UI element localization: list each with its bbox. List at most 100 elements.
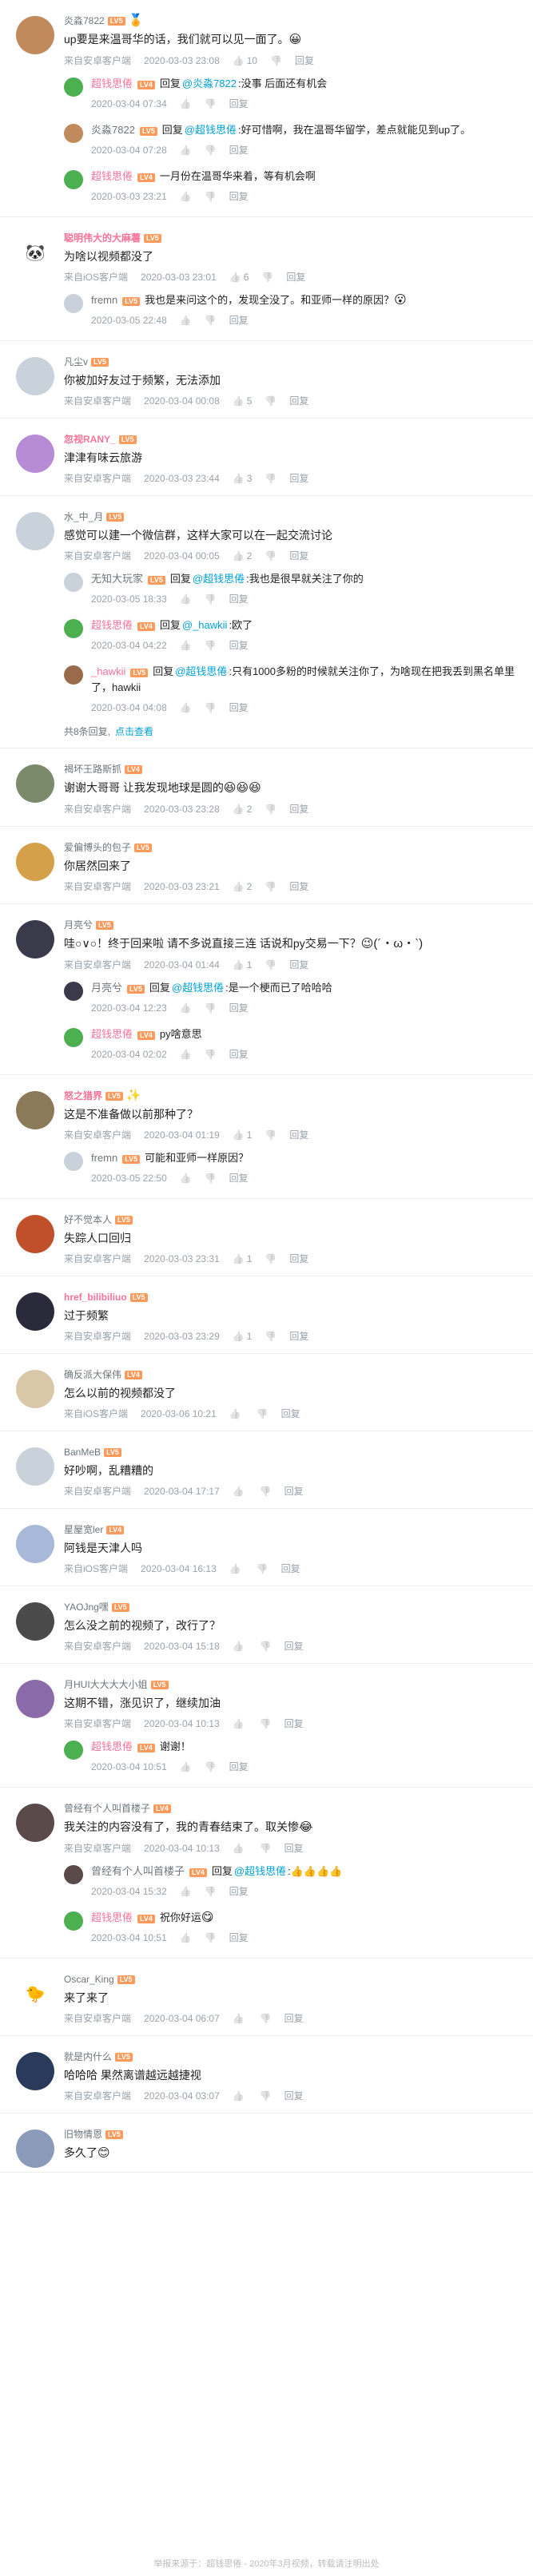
reply-button[interactable]: 回复 <box>289 1252 308 1266</box>
reply-button[interactable]: 回复 <box>284 1841 304 1856</box>
username[interactable]: href_bilibiliuo <box>64 1291 127 1304</box>
username[interactable]: 月HUI大大大大小姐 <box>64 1678 148 1691</box>
like-button[interactable]: 👍 1 <box>233 1128 253 1142</box>
reply-button[interactable]: 回复 <box>289 549 308 563</box>
reply-button[interactable]: 回复 <box>229 1047 249 1062</box>
like-button[interactable]: 👍 6 <box>229 270 249 284</box>
username[interactable]: 确反派大保伟 <box>64 1368 121 1381</box>
reply-button[interactable]: 回复 <box>229 313 249 327</box>
avatar[interactable] <box>16 16 54 54</box>
dislike-button[interactable]: 👎 <box>260 2011 272 2026</box>
like-button[interactable]: 👍 <box>233 1841 247 1856</box>
dislike-button[interactable]: 👎 <box>205 1931 217 1945</box>
like-button[interactable]: 👍 <box>180 592 192 606</box>
username[interactable]: Oscar_King <box>64 1973 114 1986</box>
mention-link[interactable]: @炎淼7822 <box>182 77 237 89</box>
sub-avatar[interactable] <box>64 982 83 1001</box>
dislike-button[interactable]: 👎 <box>265 879 276 894</box>
sub-username[interactable]: fremn <box>91 1152 117 1164</box>
reply-button[interactable]: 回复 <box>286 270 305 284</box>
like-button[interactable]: 👍 <box>229 1562 244 1576</box>
avatar[interactable] <box>16 1447 54 1486</box>
like-button[interactable]: 👍 2 <box>233 879 253 894</box>
like-button[interactable]: 👍 <box>180 1760 192 1774</box>
reply-button[interactable]: 回复 <box>229 189 249 204</box>
sub-avatar[interactable] <box>64 1028 83 1047</box>
dislike-button[interactable]: 👎 <box>205 313 217 327</box>
username[interactable]: 凡尘v <box>64 355 88 368</box>
like-button[interactable]: 👍 5 <box>233 394 253 408</box>
dislike-button[interactable]: 👎 <box>265 958 276 972</box>
sub-avatar[interactable] <box>64 1152 83 1171</box>
like-button[interactable]: 👍 <box>180 1047 192 1062</box>
username[interactable]: 褐坏王路斯抓 <box>64 763 121 776</box>
sub-avatar[interactable] <box>64 124 83 143</box>
avatar[interactable] <box>16 1292 54 1331</box>
dislike-button[interactable]: 👎 <box>205 592 217 606</box>
reply-button[interactable]: 回复 <box>229 143 249 157</box>
like-button[interactable]: 👍 <box>180 97 192 111</box>
dislike-button[interactable]: 👎 <box>205 638 217 653</box>
avatar[interactable]: 🐼 <box>16 233 54 272</box>
avatar[interactable] <box>16 1804 54 1842</box>
like-button[interactable]: 👍 3 <box>233 471 253 486</box>
username[interactable]: 好不觉本人 <box>64 1213 112 1226</box>
avatar[interactable] <box>16 435 54 473</box>
like-button[interactable]: 👍 2 <box>233 549 253 563</box>
dislike-button[interactable]: 👎 <box>260 2089 272 2103</box>
dislike-button[interactable]: 👎 <box>260 1717 272 1731</box>
avatar[interactable] <box>16 512 54 550</box>
sub-username[interactable]: 超钱思倦 <box>91 170 133 182</box>
username[interactable]: 曾经有个人叫首楼子 <box>64 1802 150 1815</box>
sub-avatar[interactable] <box>64 77 83 97</box>
dislike-button[interactable]: 👎 <box>257 1562 268 1576</box>
sub-avatar[interactable] <box>64 294 83 313</box>
reply-button[interactable]: 回复 <box>229 701 249 715</box>
like-button[interactable]: 👍 10 <box>233 54 257 68</box>
mention-link[interactable]: @_hawkii <box>182 619 228 631</box>
sub-username[interactable]: 超钱思倦 <box>91 619 133 631</box>
reply-button[interactable]: 回复 <box>284 1639 304 1653</box>
username[interactable]: 爱偏博头的包子 <box>64 841 131 854</box>
dislike-button[interactable]: 👎 <box>205 1171 217 1185</box>
dislike-button[interactable]: 👎 <box>265 1252 276 1266</box>
reply-button[interactable]: 回复 <box>229 1171 249 1185</box>
dislike-button[interactable]: 👎 <box>260 1484 272 1498</box>
avatar[interactable] <box>16 920 54 959</box>
mention-link[interactable]: @超钱思倦 <box>193 573 245 585</box>
avatar[interactable] <box>16 843 54 881</box>
like-button[interactable]: 👍 <box>180 638 192 653</box>
like-button[interactable]: 👍 <box>229 1407 244 1421</box>
sub-avatar[interactable] <box>64 1740 83 1760</box>
avatar[interactable] <box>16 2052 54 2090</box>
username[interactable]: BanMeB <box>64 1446 101 1459</box>
like-button[interactable]: 👍 <box>180 313 192 327</box>
reply-button[interactable]: 回复 <box>289 958 308 972</box>
reply-button[interactable]: 回复 <box>295 54 314 68</box>
dislike-button[interactable]: 👎 <box>260 1639 272 1653</box>
username[interactable]: YAOJng嘿 <box>64 1601 109 1613</box>
like-button[interactable]: 👍 <box>233 2011 247 2026</box>
sub-username[interactable]: 曾经有个人叫首楼子 <box>91 1865 185 1877</box>
reply-button[interactable]: 回复 <box>229 1931 249 1945</box>
reply-button[interactable]: 回复 <box>284 2089 304 2103</box>
reply-button[interactable]: 回复 <box>229 592 249 606</box>
like-button[interactable]: 👍 <box>180 1884 192 1899</box>
sub-avatar[interactable] <box>64 573 83 592</box>
mention-link[interactable]: @超钱思倦 <box>185 124 237 136</box>
dislike-button[interactable]: 👎 <box>205 143 217 157</box>
avatar[interactable] <box>16 1602 54 1641</box>
like-button[interactable]: 👍 1 <box>233 1252 253 1266</box>
like-button[interactable]: 👍 2 <box>233 802 253 816</box>
dislike-button[interactable]: 👎 <box>205 1884 217 1899</box>
username[interactable]: 旧物情恩 <box>64 2128 102 2141</box>
like-button[interactable]: 👍 1 <box>233 1329 253 1344</box>
username[interactable]: 聪明伟大的大麻薯 <box>64 232 141 244</box>
like-button[interactable]: 👍 <box>180 701 192 715</box>
username[interactable]: 怒之猎界 <box>64 1090 102 1102</box>
username[interactable]: 忽视RANY_ <box>64 433 116 446</box>
dislike-button[interactable]: 👎 <box>265 549 276 563</box>
reply-button[interactable]: 回复 <box>229 1884 249 1899</box>
dislike-button[interactable]: 👎 <box>205 97 217 111</box>
dislike-button[interactable]: 👎 <box>270 54 282 68</box>
